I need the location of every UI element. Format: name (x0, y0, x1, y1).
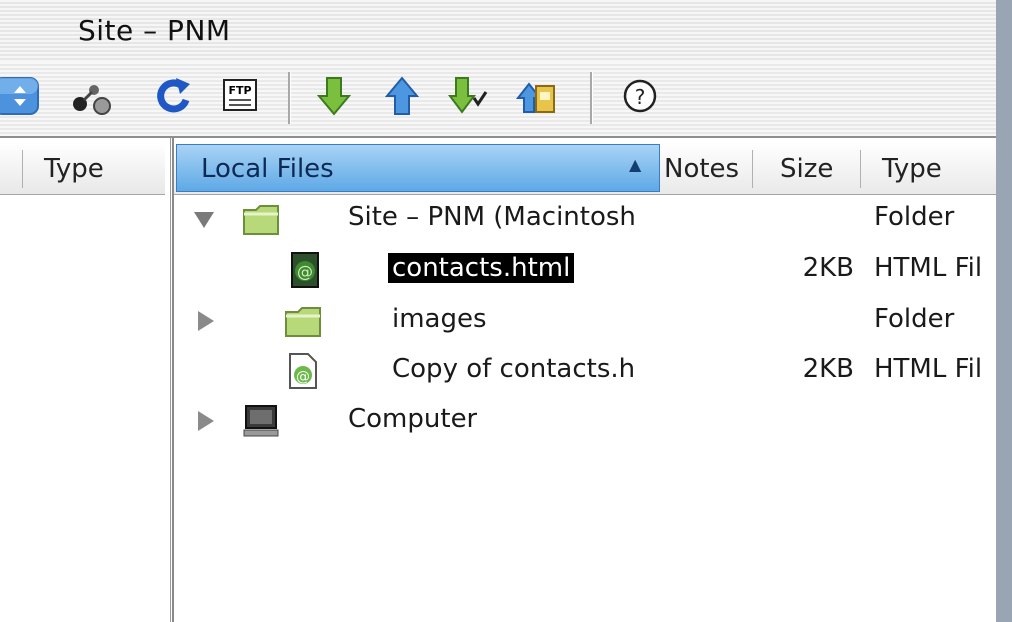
disclosure-collapsed-icon[interactable] (194, 308, 218, 334)
file-name: images (392, 304, 487, 334)
list-item[interactable]: @ Copy of contacts.h 2KB HTML Fil (174, 346, 998, 396)
disclosure-collapsed-icon[interactable] (194, 408, 218, 434)
file-name: Site – PNM (Macintosh (348, 202, 636, 232)
toolbar-separator (590, 72, 592, 124)
help-icon: ? (623, 79, 657, 113)
check-out-button[interactable] (448, 74, 492, 118)
toolbar-separator (288, 72, 290, 124)
list-item[interactable]: Site – PNM (Macintosh Folder (174, 194, 998, 244)
svg-text:FTP: FTP (228, 84, 251, 97)
check-in-icon (516, 82, 555, 113)
html-file-icon: @ (291, 252, 319, 288)
local-files-label: Local Files (201, 154, 334, 184)
file-size: 2KB (802, 354, 854, 384)
sort-ascending-icon: ▲ (629, 155, 642, 174)
column-divider (752, 150, 753, 188)
folder-icon (243, 205, 279, 235)
type-column-header[interactable]: Type (882, 154, 942, 184)
check-out-icon (448, 77, 488, 114)
desktop-edge (996, 0, 1012, 622)
remote-pane: Type (0, 138, 171, 622)
connect-button[interactable] (70, 74, 114, 118)
svg-text:?: ? (635, 85, 646, 109)
list-item[interactable]: images Folder (174, 296, 998, 346)
list-item[interactable]: @ contacts.html 2KB HTML Fil (174, 245, 998, 295)
notes-column-header[interactable]: Notes (664, 154, 739, 184)
refresh-button[interactable] (152, 74, 196, 118)
column-divider (22, 150, 23, 188)
connect-icon (73, 85, 111, 115)
computer-icon (243, 405, 279, 437)
file-type: HTML Fil (874, 253, 983, 283)
file-name: contacts.html (388, 253, 575, 283)
local-files-column-header[interactable]: Local Files ▲ (176, 144, 660, 192)
check-in-button[interactable] (516, 74, 560, 118)
help-button[interactable]: ? (618, 74, 662, 118)
local-column-header: Local Files ▲ Notes Size Type (174, 142, 998, 195)
window-title: Site – PNM (78, 14, 231, 47)
up-arrow-icon (384, 76, 420, 115)
down-arrow-icon (316, 77, 352, 116)
svg-text:@: @ (296, 369, 310, 385)
selected-file-name: contacts.html (388, 253, 575, 283)
ftp-log-button[interactable]: FTP (218, 74, 262, 118)
html-file-icon: @ (289, 353, 317, 389)
get-button[interactable] (312, 74, 356, 118)
file-size: 2KB (802, 253, 854, 283)
popup-arrows-icon (0, 77, 39, 115)
ftp-icon: FTP (223, 79, 257, 111)
svg-text:@: @ (297, 262, 313, 281)
site-popup-button[interactable] (0, 74, 40, 118)
column-divider (860, 150, 861, 188)
file-name: Computer (348, 404, 478, 434)
put-button[interactable] (380, 74, 424, 118)
local-pane: Local Files ▲ Notes Size Type Site – PNM… (172, 138, 998, 622)
size-column-header[interactable]: Size (780, 154, 833, 184)
file-name: Copy of contacts.h (392, 354, 636, 384)
file-type: HTML Fil (874, 354, 983, 384)
remote-column-header: Type (0, 142, 165, 195)
file-type: Folder (874, 202, 955, 232)
remote-type-column[interactable]: Type (44, 154, 104, 184)
toolbar: FTP ? (0, 62, 996, 138)
disclosure-expanded-icon[interactable] (192, 206, 216, 232)
window-title-bar: Site – PNM (0, 0, 996, 63)
list-item[interactable]: Computer (174, 396, 998, 446)
refresh-icon (157, 78, 190, 113)
folder-icon (285, 307, 321, 337)
file-type: Folder (874, 304, 955, 334)
